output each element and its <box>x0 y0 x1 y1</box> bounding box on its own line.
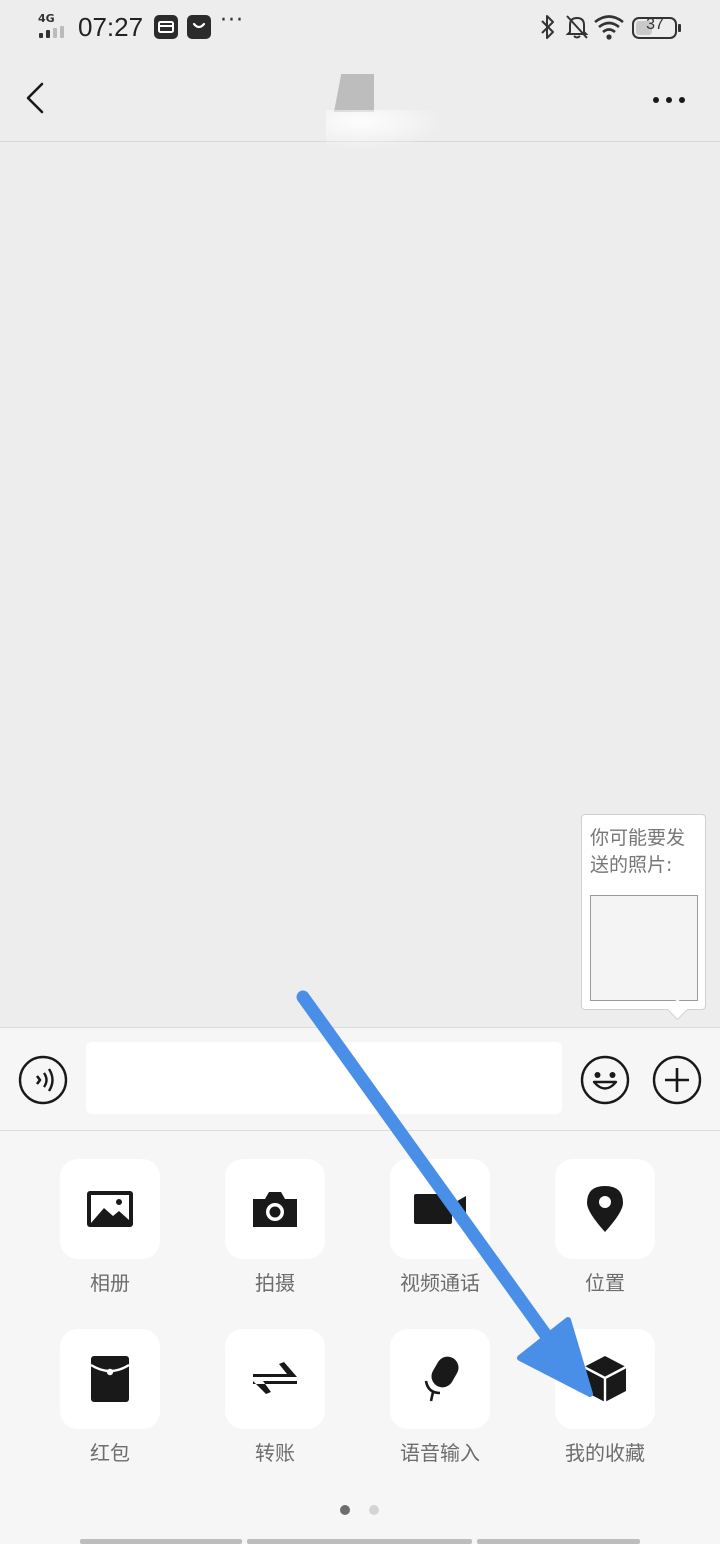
video-call-label: 视频通话 <box>400 1271 480 1295</box>
album-button[interactable]: 相册 <box>45 1159 175 1295</box>
bottom-bar-segment <box>247 1539 472 1544</box>
favorites-button[interactable]: 我的收藏 <box>540 1329 670 1465</box>
plus-circle-icon[interactable] <box>652 1055 702 1105</box>
favorites-cube-icon <box>555 1329 655 1429</box>
emoji-icon[interactable] <box>580 1055 630 1105</box>
status-more: ··· <box>220 8 244 33</box>
status-time: 07:27 <box>78 12 144 42</box>
bottom-bar-segment <box>477 1539 640 1544</box>
shopping-bag-icon <box>187 15 211 39</box>
transfer-label: 转账 <box>255 1441 295 1465</box>
message-input[interactable] <box>86 1042 562 1114</box>
page-indicator <box>340 1505 380 1517</box>
contact-name-redacted <box>334 74 374 112</box>
bell-off-icon <box>564 13 590 45</box>
location-pin-icon <box>555 1159 655 1259</box>
voice-input-button[interactable]: 语音输入 <box>375 1329 505 1465</box>
page-dot-active <box>340 1505 350 1515</box>
suggested-photo-popup[interactable]: 你可能要发送的照片: <box>581 814 706 1010</box>
red-packet-label: 红包 <box>90 1441 130 1465</box>
network-type: 4G <box>38 12 55 25</box>
album-label: 相册 <box>90 1271 130 1295</box>
location-label: 位置 <box>585 1271 625 1295</box>
video-call-button[interactable]: 视频通话 <box>375 1159 505 1295</box>
favorites-label: 我的收藏 <box>565 1441 645 1465</box>
battery-icon: 37 <box>632 16 682 44</box>
camera-icon <box>225 1159 325 1259</box>
suggested-photo-thumbnail[interactable] <box>590 895 698 1001</box>
location-button[interactable]: 位置 <box>540 1159 670 1295</box>
chat-header <box>0 56 720 150</box>
chevron-left-icon[interactable] <box>20 80 56 120</box>
voice-icon[interactable] <box>18 1055 68 1105</box>
voice-input-label: 语音输入 <box>400 1441 480 1465</box>
microphone-icon <box>390 1329 490 1429</box>
wallet-icon <box>154 15 178 39</box>
camera-button[interactable]: 拍摄 <box>210 1159 340 1295</box>
red-packet-button[interactable]: 红包 <box>45 1329 175 1465</box>
bottom-bar-segment <box>80 1539 242 1544</box>
more-functions-panel: 相册 拍摄 视频通话 位置 红包 转账 语音输入 我的收藏 <box>0 1131 720 1544</box>
transfer-button[interactable]: 转账 <box>210 1329 340 1465</box>
input-bar <box>0 1027 720 1131</box>
signal-icon: 4G <box>38 12 72 40</box>
wifi-icon <box>593 13 625 45</box>
photo-album-icon <box>60 1159 160 1259</box>
more-horizontal-icon[interactable] <box>650 88 690 112</box>
bluetooth-icon <box>538 13 558 45</box>
camera-label: 拍摄 <box>255 1271 295 1295</box>
page-dot[interactable] <box>369 1505 379 1515</box>
suggested-photo-text: 你可能要发送的照片: <box>590 827 686 876</box>
status-bar: 4G 07:27 ··· 37 <box>0 0 720 56</box>
transfer-icon <box>225 1329 325 1429</box>
battery-level: 37 <box>646 16 664 33</box>
red-packet-icon <box>60 1329 160 1429</box>
video-call-icon <box>390 1159 490 1259</box>
